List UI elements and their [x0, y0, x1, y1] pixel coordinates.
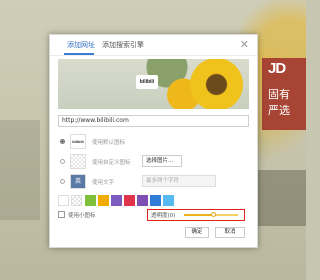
opacity-slider-handle[interactable]	[211, 212, 217, 217]
add-site-dialog: 添加网址 添加搜索引擎 ✕ bilibili http://www.bilibi…	[49, 34, 258, 248]
radio-default-icon[interactable]	[60, 139, 65, 144]
bilibili-logo: bilibili	[136, 75, 158, 89]
active-tab-indicator	[64, 53, 94, 55]
opacity-slider-fill	[184, 214, 214, 216]
site-preview-banner: bilibili	[58, 59, 249, 109]
swatch-color[interactable]	[124, 195, 135, 206]
jd-brand-tile[interactable]: JD 固有 严选	[262, 58, 306, 130]
small-icon-checkbox-row[interactable]: 使用小图标	[58, 211, 96, 219]
radio-custom-icon[interactable]	[60, 159, 65, 164]
option-label-default-icon: 使用默认图标	[92, 140, 126, 146]
option-label-custom-icon: 使用自定义图标	[92, 160, 131, 166]
swatch-color[interactable]	[111, 195, 122, 206]
ok-button[interactable]: 确定	[185, 227, 209, 238]
sunflower-image	[145, 59, 249, 109]
swatch-color[interactable]	[150, 195, 161, 206]
swatch-color[interactable]	[137, 195, 148, 206]
jd-logo: JD	[268, 60, 286, 77]
opacity-label: 透明度(0)	[151, 213, 176, 219]
default-icon-thumb: bilibili	[70, 134, 86, 149]
url-input[interactable]: http://www.bilibili.com	[58, 115, 249, 127]
background-panel	[0, 120, 40, 220]
text-icon-thumb: 英	[70, 174, 86, 189]
opacity-slider[interactable]	[184, 212, 238, 217]
swatch-transparent[interactable]	[71, 195, 82, 206]
cancel-button[interactable]: 取消	[215, 227, 245, 238]
choose-image-button[interactable]: 选择图片...	[142, 155, 182, 167]
small-icon-checkbox[interactable]	[58, 211, 65, 218]
swatch-color[interactable]	[163, 195, 174, 206]
tab-add-url[interactable]: 添加网址	[67, 40, 95, 50]
dialog-tabs: 添加网址 添加搜索引擎 ✕	[50, 35, 257, 56]
icon-text-input[interactable]: 最多两个字符	[142, 175, 216, 187]
close-icon[interactable]: ✕	[240, 38, 249, 51]
swatch-white[interactable]	[58, 195, 69, 206]
brand-line-2: 严选	[268, 104, 290, 117]
small-icon-label: 使用小图标	[68, 213, 96, 219]
opacity-control-highlight: 透明度(0)	[147, 209, 245, 221]
swatch-color[interactable]	[98, 195, 109, 206]
radio-text-icon[interactable]	[60, 179, 65, 184]
swatch-color[interactable]	[85, 195, 96, 206]
background-tile	[258, 170, 306, 226]
custom-icon-thumb	[70, 154, 86, 169]
tab-add-search-engine[interactable]: 添加搜索引擎	[102, 40, 144, 50]
brand-line-1: 固有	[268, 88, 290, 101]
option-label-text: 使用文字	[92, 180, 115, 186]
